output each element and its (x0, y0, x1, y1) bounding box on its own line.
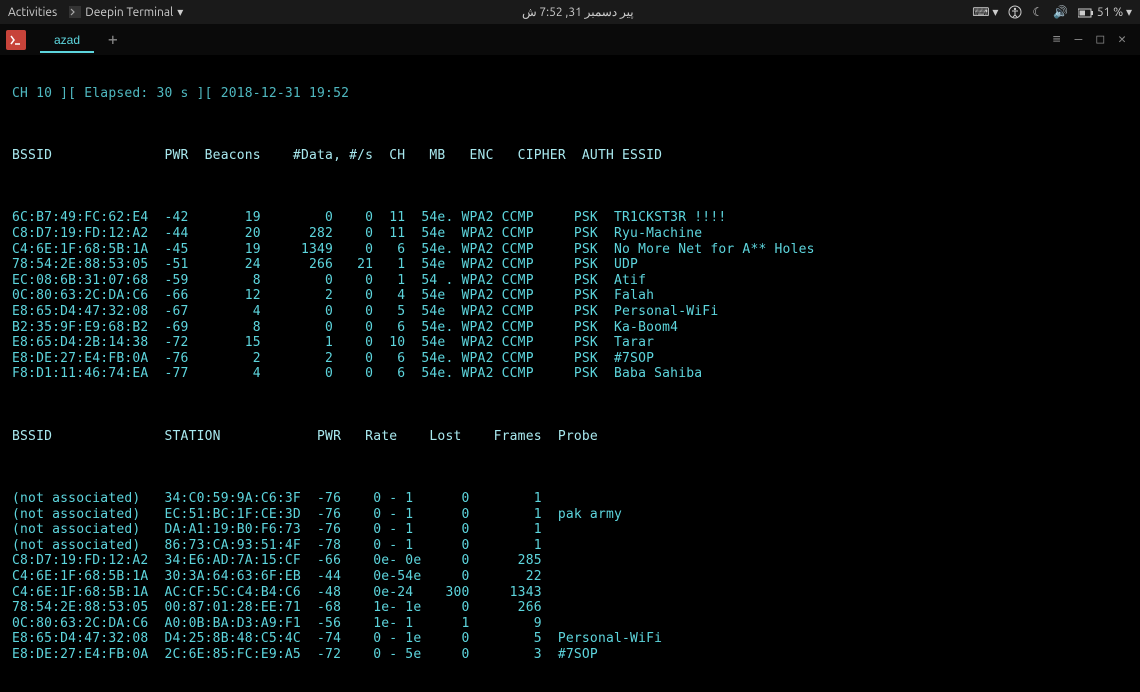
ap-row: EC:08:6B:31:07:68 -59 8 0 0 1 54 . WPA2 … (12, 273, 1128, 289)
station-row: C4:6E:1F:68:5B:1A AC:CF:5C:C4:B4:C6 -48 … (12, 585, 1128, 601)
ap-row: E8:65:D4:2B:14:38 -72 15 1 0 10 54e WPA2… (12, 335, 1128, 351)
volume-icon[interactable]: 🔊 (1053, 5, 1068, 19)
app-menu-label: Deepin Terminal (85, 6, 173, 19)
chevron-down-icon: ▾ (177, 5, 183, 19)
close-button[interactable]: ✕ (1118, 32, 1126, 47)
chevron-down-icon: ▾ (1126, 6, 1132, 19)
ap-row: C4:6E:1F:68:5B:1A -45 19 1349 0 6 54e. W… (12, 242, 1128, 258)
minimize-button[interactable]: — (1075, 32, 1083, 47)
menu-icon[interactable]: ≡ (1053, 32, 1061, 47)
station-row: (not associated) 86:73:CA:93:51:4F -78 0… (12, 538, 1128, 554)
window-controls: ≡ — □ ✕ (1053, 32, 1134, 47)
keyboard-layout-icon[interactable]: ⌨ ▾ (972, 5, 998, 19)
ap-row: B2:35:9F:E9:68:B2 -69 8 0 0 6 54e. WPA2 … (12, 320, 1128, 336)
station-row: 0C:80:63:2C:DA:C6 A0:0B:BA:D3:A9:F1 -56 … (12, 616, 1128, 632)
station-row: (not associated) 34:C0:59:9A:C6:3F -76 0… (12, 491, 1128, 507)
gnome-topbar: Activities Deepin Terminal ▾ پیر دسمبر 3… (0, 0, 1140, 24)
clock[interactable]: پیر دسمبر 31, 7:52 ش (522, 5, 634, 19)
activities-button[interactable]: Activities (8, 6, 57, 19)
terminal-output[interactable]: CH 10 ][ Elapsed: 30 s ][ 2018-12-31 19:… (0, 56, 1140, 692)
ap-row: 78:54:2E:88:53:05 -51 24 266 21 1 54e WP… (12, 257, 1128, 273)
station-row: C4:6E:1F:68:5B:1A 30:3A:64:63:6F:EB -44 … (12, 569, 1128, 585)
ap-row: C8:D7:19:FD:12:A2 -44 20 282 0 11 54e WP… (12, 226, 1128, 242)
accessibility-icon[interactable] (1008, 5, 1022, 19)
blank-line (12, 460, 1128, 476)
battery-percent: 51 % (1097, 6, 1123, 19)
blank-line (12, 397, 1128, 413)
ap-table-body: 6C:B7:49:FC:62:E4 -42 19 0 0 11 54e. WPA… (12, 210, 1128, 382)
station-row: (not associated) EC:51:BC:1F:CE:3D -76 0… (12, 507, 1128, 523)
blank-line (12, 117, 1128, 133)
add-tab-button[interactable]: + (94, 30, 132, 49)
ap-row: F8:D1:11:46:74:EA -77 4 0 0 6 54e. WPA2 … (12, 366, 1128, 382)
app-menu[interactable]: Deepin Terminal ▾ (69, 5, 183, 19)
battery-indicator[interactable]: 51 % ▾ (1078, 5, 1132, 19)
station-row: E8:DE:27:E4:FB:0A 2C:6E:85:FC:E9:A5 -72 … (12, 647, 1128, 663)
terminal-app-icon[interactable] (6, 30, 26, 50)
tab-azad[interactable]: azad (40, 27, 94, 53)
terminal-indicator-icon (69, 6, 81, 18)
station-table-headers: BSSID STATION PWR Rate Lost Frames Probe (12, 429, 1128, 445)
station-table-body: (not associated) 34:C0:59:9A:C6:3F -76 0… (12, 491, 1128, 663)
ap-row: 0C:80:63:2C:DA:C6 -66 12 2 0 4 54e WPA2 … (12, 288, 1128, 304)
station-row: C8:D7:19:FD:12:A2 34:E6:AD:7A:15:CF -66 … (12, 553, 1128, 569)
status-line: CH 10 ][ Elapsed: 30 s ][ 2018-12-31 19:… (12, 86, 1128, 102)
blank-line (12, 179, 1128, 195)
ap-row: E8:DE:27:E4:FB:0A -76 2 2 0 6 54e. WPA2 … (12, 351, 1128, 367)
terminal-tabbar: azad + ≡ — □ ✕ (0, 24, 1140, 56)
station-row: 78:54:2E:88:53:05 00:87:01:28:EE:71 -68 … (12, 600, 1128, 616)
night-mode-icon[interactable]: ☾ (1032, 5, 1043, 19)
ap-row: 6C:B7:49:FC:62:E4 -42 19 0 0 11 54e. WPA… (12, 210, 1128, 226)
ap-table-headers: BSSID PWR Beacons #Data, #/s CH MB ENC C… (12, 148, 1128, 164)
ap-row: E8:65:D4:47:32:08 -67 4 0 0 5 54e WPA2 C… (12, 304, 1128, 320)
station-row: (not associated) DA:A1:19:B0:F6:73 -76 0… (12, 522, 1128, 538)
battery-icon (1078, 8, 1094, 18)
maximize-button[interactable]: □ (1096, 32, 1104, 47)
station-row: E8:65:D4:47:32:08 D4:25:8B:48:C5:4C -74 … (12, 631, 1128, 647)
